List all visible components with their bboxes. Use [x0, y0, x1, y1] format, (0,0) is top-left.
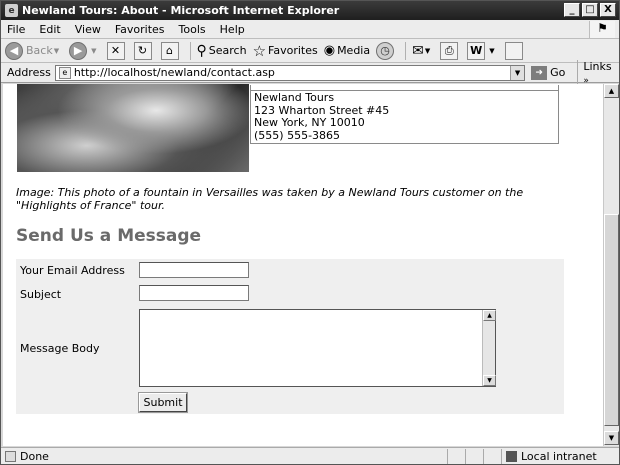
textarea-scrollbar[interactable]: ▲ ▼: [482, 310, 496, 386]
subject-label: Subject: [20, 288, 62, 301]
menu-bar: File Edit View Favorites Tools Help ⚑: [1, 20, 619, 39]
back-dropdown-icon[interactable]: ▼: [54, 47, 59, 55]
favorites-label: Favorites: [268, 44, 318, 57]
message-form: Your Email Address Subject Message Body …: [16, 259, 564, 414]
zone-label: Local intranet: [521, 449, 597, 463]
windows-logo-icon: ⚑: [589, 21, 615, 38]
window-title: Newland Tours: About - Microsoft Interne…: [22, 4, 340, 17]
home-button[interactable]: ⌂: [160, 41, 182, 60]
page-heading: Send Us a Message: [16, 226, 202, 246]
links-button[interactable]: Links »: [577, 59, 619, 86]
refresh-button[interactable]: ↻: [133, 41, 155, 60]
minimize-button[interactable]: _: [564, 3, 580, 17]
back-label: Back: [26, 44, 53, 57]
menu-tools[interactable]: Tools: [179, 23, 206, 36]
search-icon: ⚲: [196, 42, 207, 59]
submit-button[interactable]: Submit: [138, 392, 188, 413]
discuss-icon: [504, 41, 523, 60]
go-label: Go: [550, 66, 566, 79]
edit-button[interactable]: W ▼: [467, 41, 498, 60]
search-button[interactable]: ⚲ Search: [197, 43, 247, 59]
word-icon: W: [467, 41, 486, 60]
discuss-button[interactable]: [504, 41, 526, 60]
browser-window: e Newland Tours: About - Microsoft Inter…: [0, 0, 620, 465]
security-zone: Local intranet: [501, 448, 619, 464]
media-icon: ◉: [323, 43, 336, 58]
address-field[interactable]: e ▼: [54, 64, 526, 81]
url-input[interactable]: [73, 66, 514, 79]
subject-field[interactable]: [139, 285, 249, 301]
menu-edit[interactable]: Edit: [39, 23, 60, 36]
history-button[interactable]: ◷: [376, 41, 397, 60]
scroll-thumb[interactable]: [604, 214, 619, 426]
menu-file[interactable]: File: [7, 23, 25, 36]
intranet-icon: [506, 450, 517, 462]
maximize-button[interactable]: □: [582, 3, 598, 17]
standard-toolbar: ◀ Back ▼ ▶ ▼ ✕ ↻ ⌂ ⚲ Search ☆ Favorites …: [1, 39, 619, 63]
status-cell: [447, 448, 465, 464]
textarea-scroll-down-icon[interactable]: ▼: [483, 375, 496, 386]
contact-address-box: Newland Tours 123 Wharton Street #45 New…: [250, 85, 559, 144]
stop-button[interactable]: ✕: [106, 41, 128, 60]
status-text: Done: [20, 449, 49, 463]
history-icon: ◷: [376, 41, 395, 60]
page-content: Newland Tours 123 Wharton Street #45 New…: [3, 84, 603, 446]
menu-view[interactable]: View: [75, 23, 101, 36]
textarea-scroll-up-icon[interactable]: ▲: [483, 310, 496, 321]
media-button[interactable]: ◉ Media: [324, 43, 370, 58]
menu-favorites[interactable]: Favorites: [115, 23, 165, 36]
mail-icon: ✉: [412, 42, 424, 59]
back-arrow-icon: ◀: [5, 41, 23, 60]
go-button[interactable]: ➜ Go: [531, 65, 566, 80]
star-icon: ☆: [252, 41, 267, 60]
box-frame-line: [250, 85, 559, 91]
page-scrollbar[interactable]: ▲ ▼: [603, 84, 619, 446]
forward-button[interactable]: ▶ ▼: [69, 41, 100, 60]
back-button[interactable]: ◀ Back ▼: [5, 41, 63, 60]
home-icon: ⌂: [160, 41, 179, 60]
print-button[interactable]: ⎙: [440, 41, 461, 60]
address-line-city: New York, NY 10010: [254, 116, 365, 129]
favorites-button[interactable]: ☆ Favorites: [253, 42, 318, 60]
title-bar: e Newland Tours: About - Microsoft Inter…: [1, 1, 619, 20]
toolbar-divider: [405, 41, 407, 60]
photo-caption: Image: This photo of a fountain in Versa…: [16, 186, 524, 212]
stop-icon: ✕: [106, 41, 125, 60]
ie-icon: e: [5, 4, 18, 17]
toolbar-divider: [189, 41, 191, 60]
window-controls: _ □ X: [564, 3, 616, 17]
email-label: Your Email Address: [20, 264, 125, 277]
forward-dropdown-icon[interactable]: ▼: [91, 47, 96, 55]
status-text-area: Done: [1, 450, 447, 463]
menu-help[interactable]: Help: [220, 23, 245, 36]
address-line-phone: (555) 555-3865: [254, 128, 341, 142]
email-field[interactable]: [139, 262, 249, 278]
mail-dropdown-icon[interactable]: ▼: [425, 47, 430, 55]
message-body-label: Message Body: [20, 342, 100, 355]
scroll-down-icon[interactable]: ▼: [604, 431, 619, 445]
refresh-icon: ↻: [133, 41, 152, 60]
go-arrow-icon: ➜: [531, 65, 548, 80]
page-done-icon: [5, 450, 16, 462]
forward-arrow-icon: ▶: [69, 41, 88, 60]
status-cell: [483, 448, 501, 464]
mail-button[interactable]: ✉ ▼: [412, 43, 434, 59]
status-bar: Done Local intranet: [1, 447, 619, 464]
status-cell: [465, 448, 483, 464]
search-label: Search: [208, 44, 247, 57]
edit-dropdown-icon[interactable]: ▼: [489, 47, 494, 55]
address-line-name: Newland Tours: [254, 91, 335, 104]
links-label: Links: [583, 59, 612, 73]
address-bar: Address e ▼ ➜ Go Links »: [1, 59, 619, 86]
address-dropdown-icon[interactable]: ▼: [510, 65, 525, 80]
address-label: Address: [7, 66, 51, 79]
page-icon: e: [58, 66, 71, 79]
print-icon: ⎙: [440, 41, 459, 60]
media-label: Media: [337, 44, 371, 57]
message-body-field[interactable]: [139, 309, 496, 387]
scroll-up-icon[interactable]: ▲: [604, 84, 619, 98]
fountain-photo: [17, 84, 249, 172]
close-button[interactable]: X: [600, 3, 616, 17]
